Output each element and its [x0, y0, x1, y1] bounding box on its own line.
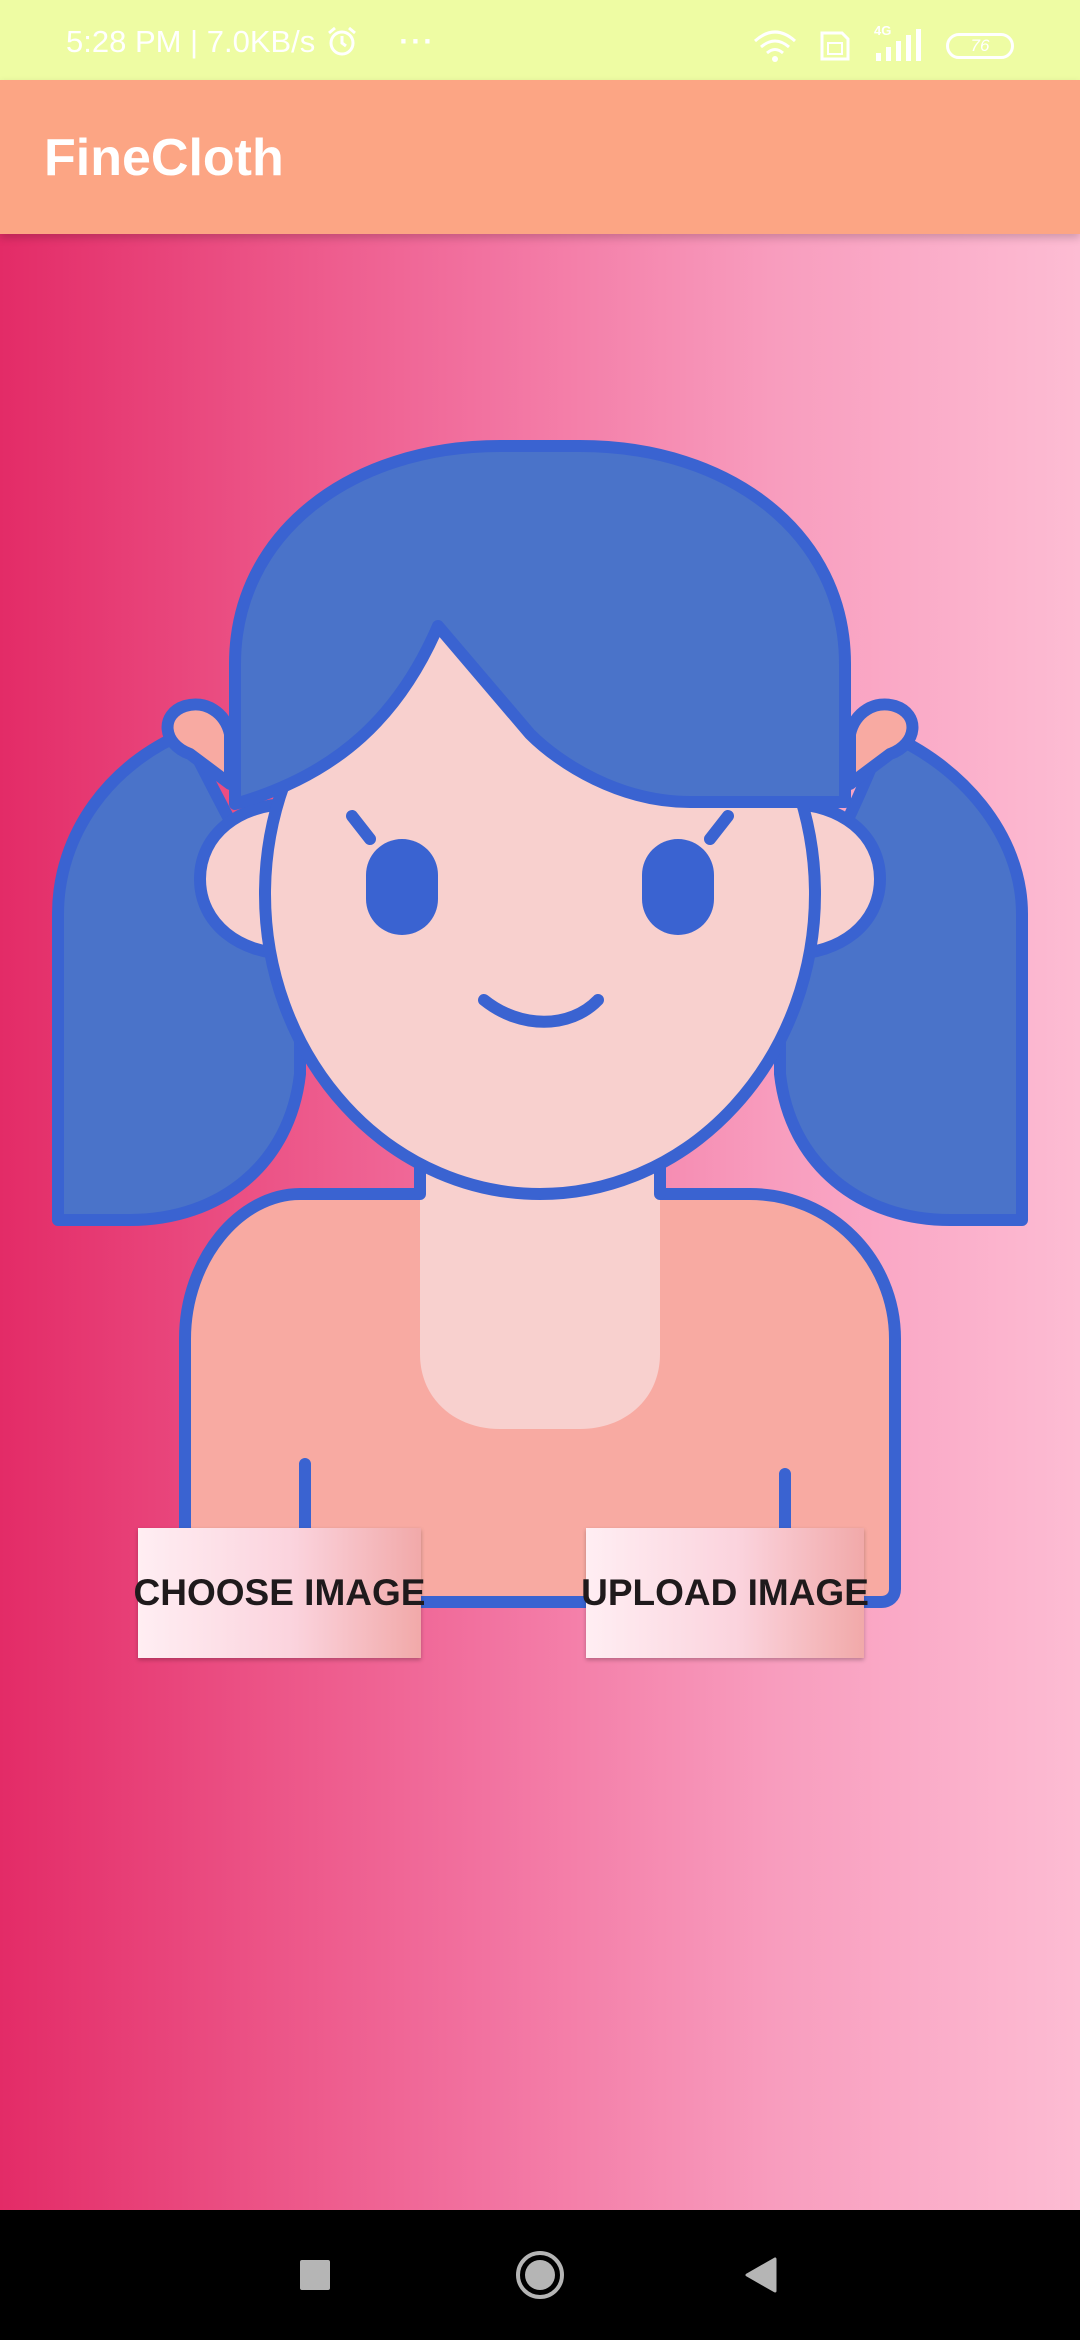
main-content: CHOOSE IMAGE UPLOAD IMAGE: [0, 234, 1080, 2210]
cellular-signal-icon: [876, 29, 921, 61]
back-button[interactable]: [695, 2210, 825, 2340]
battery-icon: 76: [946, 33, 1014, 59]
choose-image-button[interactable]: CHOOSE IMAGE: [134, 1528, 425, 1658]
app-screen: 5:28 PM | 7.0KB/s ··· 4G 76 FineCloth CH…: [0, 0, 1080, 2340]
cellular-signal: 4G: [872, 23, 926, 63]
alarm-icon: [328, 26, 357, 56]
sim-card-icon: [820, 31, 850, 61]
recents-button[interactable]: [250, 2210, 380, 2340]
app-title: FineCloth: [44, 129, 284, 187]
app-bar: FineCloth: [0, 80, 1080, 234]
wifi-icon: [753, 30, 797, 62]
back-triangle-icon: [745, 2257, 777, 2293]
home-button[interactable]: [475, 2210, 605, 2340]
more-notifications-icon: ···: [399, 25, 436, 58]
status-right: 4G 76: [752, 23, 1014, 66]
recents-square-icon: [300, 2260, 330, 2290]
home-circle-icon: [516, 2251, 564, 2299]
girl-avatar-icon: [52, 440, 1028, 1608]
status-left: 5:28 PM | 7.0KB/s ···: [66, 22, 435, 62]
navigation-bar: [0, 2210, 1080, 2340]
battery-level: 76: [970, 36, 990, 55]
upload-image-button[interactable]: UPLOAD IMAGE: [581, 1528, 869, 1658]
status-time-speed: 5:28 PM | 7.0KB/s: [66, 24, 316, 59]
status-bar: 5:28 PM | 7.0KB/s ··· 4G 76: [0, 0, 1080, 80]
